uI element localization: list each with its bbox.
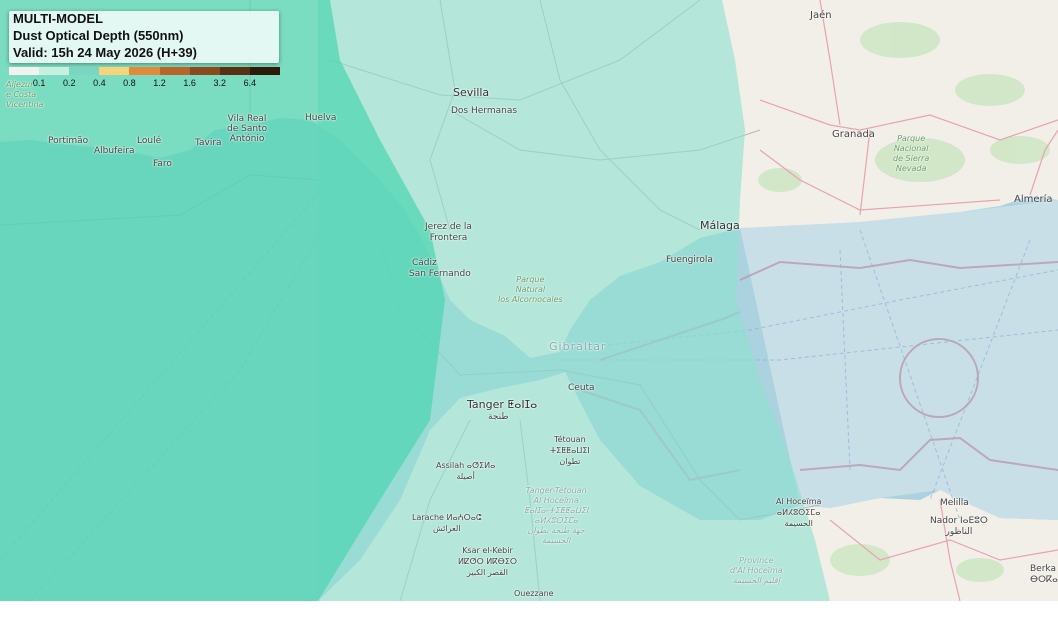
place-nador: Nador ⵏⴰⴹⵓⵔ الناظور [930,516,988,537]
bottom-strip [0,601,1058,622]
legend-model: MULTI-MODEL [13,11,104,26]
colorbar-segment [189,67,220,75]
place-almeria: Almería [1014,194,1053,205]
place-tanger: Tanger ⵟⴰⵏⵊⴰ [467,398,538,411]
place-tanger-tetouan-region: Tanger-Tétouan Al Hoceïma ⵟⴰⵏⵊⴰ-ⵜⵉⵟⵟⴰⵡⵉⵏ ⴰⵍ… [524,486,589,545]
place-albufeira: Albufeira [94,146,135,156]
place-loule: Loulé [137,136,162,146]
colorbar-tick-label: 0.8 [123,78,136,88]
colorbar-tick-label: 1.2 [153,78,166,88]
colorbar-segment [159,67,190,75]
place-al-hoceima: Al Hoceïma ⴰⵍⵃⵓⵙⵉⵎⴰ الحسيمة [776,497,822,528]
place-san-fernando: San Fernando [409,269,471,279]
place-berkane: Berka ⴱⵔⴽⴰ [1030,564,1058,585]
legend-variable: Dust Optical Depth (550nm) [13,28,184,43]
colorbar-tick-label: 6.4 [243,78,257,88]
colorbar-segment [129,67,160,75]
place-tanger-ar: طنجة [488,412,509,422]
colorbar [9,67,280,75]
place-jaen: Jaén [810,10,832,21]
legend-panel: MULTI-MODEL Dust Optical Depth (550nm) V… [9,11,279,63]
place-tavira: Tavira [195,138,222,148]
colorbar-segment [219,67,250,75]
place-gibraltar: Gibraltar [549,340,607,353]
colorbar-segment [249,67,280,75]
place-ksar-el-kebir: Ksar el-Kebir ⵍⵇⵚⵔ ⵍⴽⴱⵉⵔ القصر الكبير [458,546,517,577]
colorbar-tick-label: 0.1 [32,78,46,88]
place-portimao: Portimão [48,136,89,146]
place-vila-real: Vila Real de Santo António [227,114,268,144]
place-ouezzane: Ouezzane [514,589,554,598]
colorbar-tick-label: 0.4 [93,78,106,88]
place-alcornocales: Parque Natural los Alcornocales [498,275,563,304]
place-granada: Granada [832,129,875,140]
place-assilah: Assilah ⴰⵚⵉⵍⴰ أصيلة [436,461,496,481]
place-faro: Faro [153,159,172,169]
place-cadiz: Cádiz [412,258,437,268]
place-larache: Larache ⵍⴰⵄⵔⴰⵛ العرائش [412,513,482,533]
place-province-al-hoceima: Province d'Al Hoceïma إقليم الحسيمة [730,556,783,585]
place-sierra-nevada: Parque Nacional de Sierra Nevada [893,134,930,173]
place-huelva: Huelva [305,113,337,123]
colorbar-segment [39,67,70,75]
map-view[interactable]: Jaén Granada Parque Nacional de Sierra Neva… [0,0,1058,601]
place-sevilla: Sevilla [453,86,490,99]
place-malaga: Málaga [700,219,740,232]
legend-valid-time: Valid: 15h 24 May 2026 (H+39) [13,45,197,60]
colorbar-segment [99,67,130,75]
place-fuengirola: Fuengirola [666,255,713,265]
place-ceuta: Ceuta [568,383,595,393]
colorbar-segment [69,67,100,75]
place-dos-hermanas: Dos Hermanas [451,106,518,116]
place-jerez: Jerez de la Frontera [425,222,472,243]
colorbar-tick-label: 1.6 [183,78,196,88]
colorbar-segment [9,67,40,75]
place-melilla: Melilla [940,498,969,508]
colorbar-tick-label: 0.2 [62,78,76,88]
place-tetouan: Tétouan ⵜⵉⵟⵟⴰⵡⵉⵏ تطوان [550,435,590,466]
colorbar-tick-label: 3.2 [213,78,227,88]
